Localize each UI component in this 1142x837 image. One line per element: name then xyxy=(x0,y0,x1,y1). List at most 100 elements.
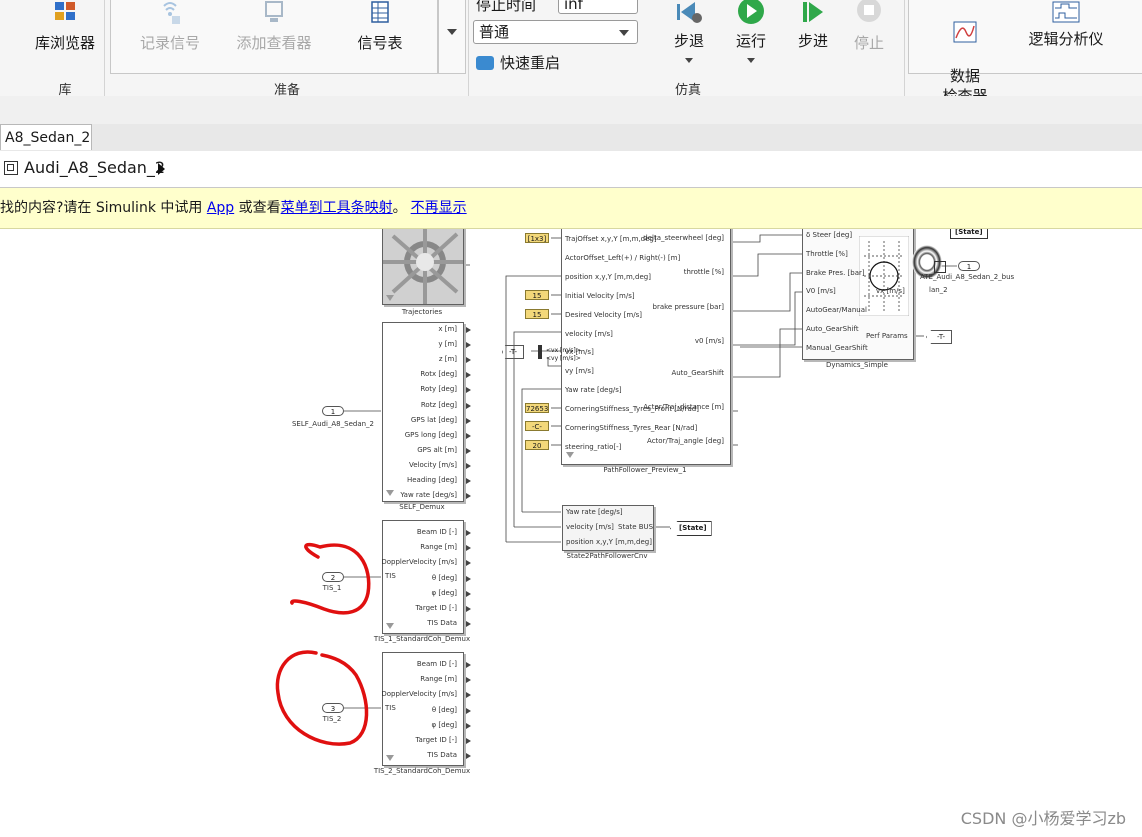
dynamics-input-label: Brake Pres. [bar] xyxy=(806,268,865,277)
record-signal-button[interactable]: 记录信号 xyxy=(132,0,208,53)
goto-state-tag[interactable]: [State] xyxy=(950,229,988,239)
outport-1[interactable]: 1 xyxy=(958,261,980,271)
fast-restart-icon xyxy=(476,56,494,70)
tis2-port-label: θ [deg] xyxy=(431,705,457,714)
const-cornering-rear[interactable]: -C- xyxy=(525,421,549,431)
self-demux-label: SELF_Demux xyxy=(399,503,445,511)
path-follower-output-label: throttle [%] xyxy=(683,268,724,276)
tis1-port-label: θ [deg] xyxy=(431,573,457,582)
stop-time-input[interactable]: inf xyxy=(558,0,638,14)
path-follower-block[interactable]: TrajOffset x,y,Y [m,m,deg] ActorOffset_Le… xyxy=(561,229,731,465)
menu-map-link[interactable]: 菜单到工具条映射 xyxy=(281,200,393,216)
output-port-arrow-icon xyxy=(466,417,471,424)
goto-tag-t[interactable]: -T- xyxy=(926,330,953,344)
signal-table-button[interactable]: 信号表 xyxy=(344,0,416,53)
model-icon xyxy=(4,161,18,175)
dyn-output-perf: Perf Params xyxy=(866,332,908,340)
dynamics-input-label: Auto_GearShift xyxy=(806,325,859,333)
toolstrip-collapse-bar xyxy=(0,96,1142,125)
subsystem-arrow-icon xyxy=(386,490,394,496)
path-follower-input-label: velocity [m/s] xyxy=(565,329,613,338)
output-port-arrow-icon xyxy=(466,692,471,699)
data-inspector-icon xyxy=(953,21,977,43)
vehicle-dynamics-graphic xyxy=(859,236,909,316)
step-forward-icon xyxy=(803,2,823,22)
dont-show-again-link[interactable]: 不再显示 xyxy=(411,200,467,216)
const-traj-offset[interactable]: [1x3] xyxy=(525,233,549,243)
library-browser-icon xyxy=(55,2,75,20)
divider xyxy=(104,0,105,96)
trajectories-block[interactable] xyxy=(382,229,464,305)
from-tag-t[interactable]: -T- xyxy=(502,345,525,359)
tis2-port-label: φ [deg] xyxy=(431,720,458,729)
run-icon xyxy=(738,0,764,24)
const-desired-velocity[interactable]: 15 xyxy=(525,309,549,319)
output-port-arrow-icon xyxy=(466,722,471,729)
stop-button[interactable]: 停止 xyxy=(846,0,892,53)
dynamics-input-label: Manual_GearShift xyxy=(806,343,868,352)
self-demux-block[interactable]: x [m] y [m] z [m] Rotx [deg] Roty [deg] Rotz … xyxy=(382,322,471,502)
output-port-arrow-icon xyxy=(466,753,471,760)
simulation-mode-select[interactable]: 普通 xyxy=(473,20,638,44)
path-follower-input-label: Yaw rate [deg/s] xyxy=(565,386,622,395)
chevron-right-icon[interactable] xyxy=(158,163,165,175)
step-back-button[interactable]: 步退 xyxy=(666,0,712,63)
self-demux-port-label: y [m] xyxy=(438,340,457,349)
bus-selector-bar[interactable] xyxy=(538,345,542,359)
tis1-port-label: TIS Data xyxy=(427,619,457,628)
chevron-down-icon xyxy=(747,58,755,63)
output-port-arrow-icon xyxy=(466,575,471,582)
tis2-port-label: Target ID [-] xyxy=(415,736,457,744)
output-port-arrow-icon xyxy=(466,707,471,714)
const-cornering-front[interactable]: 72653 xyxy=(525,403,549,413)
dynamics-label: Dynamics_Simple xyxy=(826,361,888,369)
run-button[interactable]: 运行 xyxy=(728,0,774,63)
output-port-arrow-icon xyxy=(466,478,471,484)
model-tab-bar xyxy=(0,124,1142,152)
gallery-expand-button[interactable] xyxy=(438,0,466,74)
dynamics-input-label: AutoGear/Manual xyxy=(806,306,867,315)
subsystem-arrow-icon xyxy=(386,623,394,629)
logic-analyzer-button[interactable]: 逻辑分析仪 xyxy=(1024,0,1108,49)
tis1-inport-label: TIS_1 xyxy=(322,584,342,592)
path-follower-output-label: delta_steerwheel [deg] xyxy=(643,234,724,242)
self-demux-port-label: Rotz [deg] xyxy=(420,400,457,409)
step-back-icon xyxy=(677,2,702,23)
dynamics-input-label: Throttle [%] xyxy=(806,249,848,258)
path-follower-input-label: CorneringStiffness_Tyres_Rear [N/rad] xyxy=(565,424,698,432)
path-follower-output-label: v0 [m/s] xyxy=(694,337,724,345)
output-port-arrow-icon xyxy=(466,357,471,364)
path-follower-input-label: Desired Velocity [m/s] xyxy=(565,310,642,319)
logic-analyzer-icon xyxy=(1052,1,1080,23)
bus-creator-icon[interactable] xyxy=(934,261,946,273)
output-port-arrow-icon xyxy=(466,432,471,439)
const-initial-velocity[interactable]: 15 xyxy=(525,290,549,300)
stop-label: 停止 xyxy=(853,34,884,52)
logic-analyzer-label: 逻辑分析仪 xyxy=(1028,30,1104,48)
path-follower-input-label: position x,y,Y [m,m,deg] xyxy=(565,272,651,281)
self-demux-port-label: z [m] xyxy=(438,355,457,364)
signal-table-icon xyxy=(371,1,389,23)
output-port-arrow-icon xyxy=(466,738,471,744)
tis2-inport[interactable]: 3 xyxy=(322,703,344,713)
self-inport-label: SELF_Audi_A8_Sedan_2 xyxy=(291,420,375,428)
chevron-down-icon xyxy=(685,58,693,63)
library-browser-button[interactable]: 库浏览器 xyxy=(30,0,100,53)
app-link[interactable]: App xyxy=(207,200,234,216)
divider xyxy=(468,0,469,96)
run-label: 运行 xyxy=(735,32,766,50)
output-port-arrow-icon xyxy=(466,677,471,684)
fast-restart-button[interactable]: 快速重启 xyxy=(476,52,560,73)
model-canvas[interactable]: Trajectories 1 SELF_Audi_A8_Sedan_2 x [m… xyxy=(0,229,1142,837)
tis1-inport[interactable]: 2 xyxy=(322,572,344,582)
output-port-arrow-icon xyxy=(466,493,471,500)
add-viewer-button[interactable]: 添加查看器 xyxy=(232,0,316,53)
fast-restart-label: 快速重启 xyxy=(500,54,561,72)
tis1-port-label: φ [deg] xyxy=(431,588,458,597)
self-inport[interactable]: 1 xyxy=(322,406,344,416)
breadcrumb-model-name[interactable]: Audi_A8_Sedan_2 xyxy=(24,158,165,177)
const-steering-ratio[interactable]: 20 xyxy=(525,440,549,450)
from-state-tag[interactable]: [State] xyxy=(670,521,712,536)
model-tab[interactable]: A8_Sedan_2 xyxy=(0,124,92,150)
step-forward-button[interactable]: 步进 xyxy=(790,0,836,51)
